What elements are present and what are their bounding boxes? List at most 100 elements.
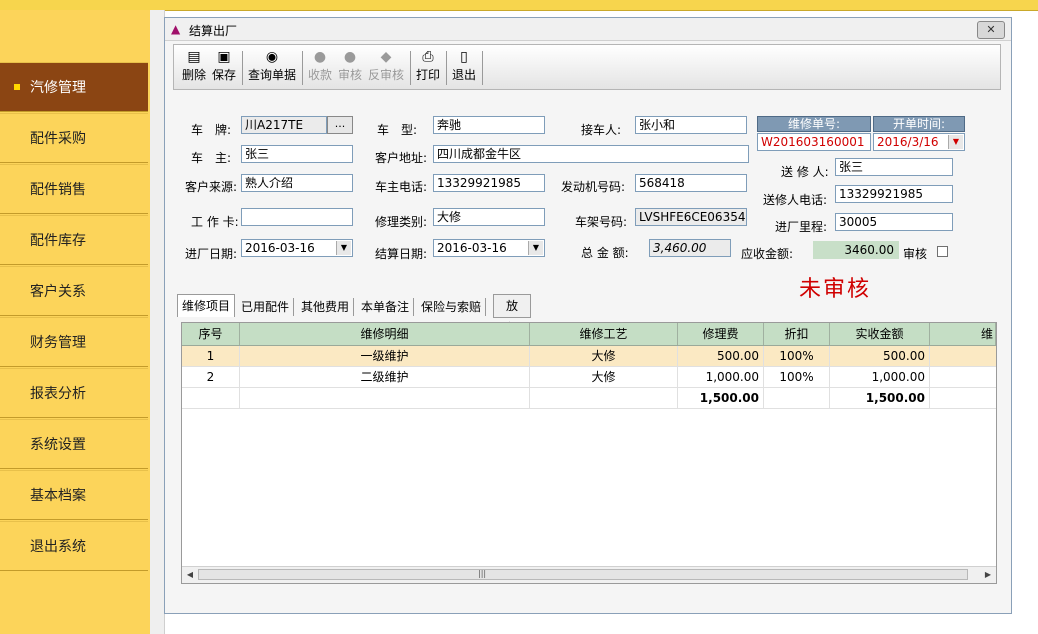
scroll-right-icon[interactable]: ▶ — [981, 568, 995, 582]
open-time-select[interactable]: 2016/3/16 ▼ — [873, 133, 965, 151]
sidebar-item-reports[interactable]: 报表分析 — [0, 368, 148, 418]
work-card-field[interactable] — [241, 208, 353, 226]
repair-items-grid: 序号 维修明细 维修工艺 修理费 折扣 实收金额 维 1 一级维护 大修 500… — [181, 322, 997, 584]
vin-field[interactable]: LVSHFE6CE063548 — [635, 208, 747, 226]
sender-field[interactable]: 张三 — [835, 158, 953, 176]
engine-field[interactable]: 568418 — [635, 174, 747, 192]
owner-field[interactable]: 张三 — [241, 145, 353, 163]
cell-fee: 1,000.00 — [678, 367, 764, 387]
cell-empty — [240, 388, 530, 408]
source-field[interactable]: 熟人介绍 — [241, 174, 353, 192]
cell-detail: 二级维护 — [240, 367, 530, 387]
tab-repair-items[interactable]: 维修项目 — [177, 294, 236, 317]
tab-other-fees[interactable]: 其他费用 — [297, 298, 355, 316]
column-header[interactable]: 序号 — [182, 323, 240, 345]
grid-header: 序号 维修明细 维修工艺 修理费 折扣 实收金额 维 — [182, 323, 996, 346]
active-bullet-icon — [14, 84, 20, 90]
cell-empty — [182, 388, 240, 408]
model-label: 车 型: — [377, 123, 418, 137]
cell-empty — [764, 388, 830, 408]
sender-phone-field[interactable]: 13329921985 — [835, 185, 953, 203]
printer-icon: ⎙ — [422, 49, 434, 65]
audit-checkbox[interactable] — [937, 246, 948, 257]
tab-order-notes[interactable]: 本单备注 — [357, 298, 415, 316]
sidebar-item-exit-system[interactable]: 退出系统 — [0, 521, 148, 571]
tab-insurance-claims[interactable]: 保险与索赔 — [417, 298, 487, 316]
undo-stamp-icon: ◆ — [380, 49, 392, 65]
mileage-field[interactable]: 30005 — [835, 213, 953, 231]
phone-field[interactable]: 13329921985 — [433, 174, 545, 192]
source-label: 客户来源: — [185, 180, 238, 194]
table-row[interactable]: 1 一级维护 大修 500.00 100% 500.00 — [182, 346, 996, 367]
repair-type-field[interactable]: 大修 — [433, 208, 545, 226]
table-row[interactable]: 2 二级维护 大修 1,000.00 100% 1,000.00 — [182, 367, 996, 388]
scroll-left-icon[interactable]: ◀ — [183, 568, 197, 582]
query-documents-button[interactable]: ◉ 查询单据 — [246, 48, 298, 86]
save-button[interactable]: ▣ 保存 — [210, 48, 238, 86]
sidebar-item-system-settings[interactable]: 系统设置 — [0, 419, 148, 469]
dropdown-arrow-icon[interactable]: ▼ — [528, 241, 543, 255]
cell-craft: 大修 — [530, 346, 678, 366]
window-title: 结算出厂 — [189, 24, 238, 38]
column-header[interactable]: 折扣 — [764, 323, 830, 345]
scrollbar-thumb[interactable] — [198, 569, 968, 580]
stamp-icon: ● — [343, 49, 357, 65]
receiver-label: 接车人: — [581, 123, 622, 137]
splitter — [150, 10, 165, 634]
in-date-select[interactable]: 2016-03-16 ▼ — [241, 239, 353, 257]
total-field[interactable]: 3,460.00 — [649, 239, 731, 257]
toolbar-separator — [446, 51, 447, 85]
delete-icon: ▤ — [187, 49, 201, 65]
order-no-field[interactable]: W201603160001 — [757, 133, 871, 151]
car-icon: ▲ — [171, 22, 181, 36]
payment-icon: ● — [313, 49, 327, 65]
column-header[interactable]: 维修明细 — [240, 323, 530, 345]
column-header[interactable]: 实收金额 — [830, 323, 930, 345]
close-button[interactable]: ✕ — [977, 21, 1005, 39]
cell-empty — [530, 388, 678, 408]
column-header[interactable]: 修理费 — [678, 323, 764, 345]
plate-lookup-button[interactable]: ... — [327, 116, 353, 134]
sidebar-item-parts-inventory[interactable]: 配件库存 — [0, 215, 148, 265]
cell-detail: 一级维护 — [240, 346, 530, 366]
engine-label: 发动机号码: — [561, 180, 626, 194]
tab-used-parts[interactable]: 已用配件 — [237, 298, 295, 316]
collect-payment-button[interactable]: ● 收款 — [306, 48, 334, 86]
totals-row: 1,500.00 1,500.00 — [182, 388, 996, 409]
release-slip-button[interactable]: 放行条 — [493, 294, 532, 357]
plate-field[interactable]: 川A217TE — [241, 116, 327, 134]
model-field[interactable]: 奔驰 — [433, 116, 545, 134]
status-stamp: 未审核 — [799, 277, 872, 302]
receivable-field[interactable]: 3460.00 — [813, 241, 899, 259]
delete-button[interactable]: ▤ 删除 — [180, 48, 208, 86]
dropdown-arrow-icon[interactable]: ▼ — [336, 241, 351, 255]
sidebar-item-finance[interactable]: 财务管理 — [0, 317, 148, 367]
sender-label: 送 修 人: — [781, 165, 829, 179]
sidebar-item-parts-sales[interactable]: 配件销售 — [0, 164, 148, 214]
unaudit-button[interactable]: ◆ 反审核 — [366, 48, 406, 86]
column-header[interactable]: 维 — [930, 323, 996, 345]
sidebar-item-parts-purchase[interactable]: 配件采购 — [0, 113, 148, 163]
column-header[interactable]: 维修工艺 — [530, 323, 678, 345]
dropdown-arrow-icon[interactable]: ▼ — [948, 135, 963, 149]
toolbar-separator — [302, 51, 303, 85]
open-time-header: 开单时间: — [873, 116, 965, 132]
sidebar-item-basic-records[interactable]: 基本档案 — [0, 470, 148, 520]
address-label: 客户地址: — [375, 151, 428, 165]
cell-no: 1 — [182, 346, 240, 366]
print-button[interactable]: ⎙ 打印 — [414, 48, 442, 86]
sidebar-item-customer-relations[interactable]: 客户关系 — [0, 266, 148, 316]
settle-date-select[interactable]: 2016-03-16 ▼ — [433, 239, 545, 257]
total-label: 总 金 额: — [581, 246, 629, 260]
sidebar-item-repair-management[interactable]: 汽修管理 — [0, 62, 148, 112]
toolbar-separator — [410, 51, 411, 85]
audit-button[interactable]: ● 审核 — [336, 48, 364, 86]
settlement-window: ▲ 结算出厂 ✕ ▤ 删除 ▣ 保存 ◉ 查询单据 ● 收款 ● 审核 ◆ 反审核 ⎙ 打印 … — [164, 17, 1012, 614]
window-title-bar: ▲ 结算出厂 ✕ — [165, 18, 1011, 41]
receiver-field[interactable]: 张小和 — [635, 116, 747, 134]
exit-button[interactable]: ▯ 退出 — [450, 48, 478, 86]
address-field[interactable]: 四川成都金牛区 — [433, 145, 749, 163]
settle-date-label: 结算日期: — [375, 247, 428, 261]
cell-actual: 500.00 — [830, 346, 930, 366]
horizontal-scrollbar[interactable]: ◀ ||| ▶ — [182, 566, 996, 583]
